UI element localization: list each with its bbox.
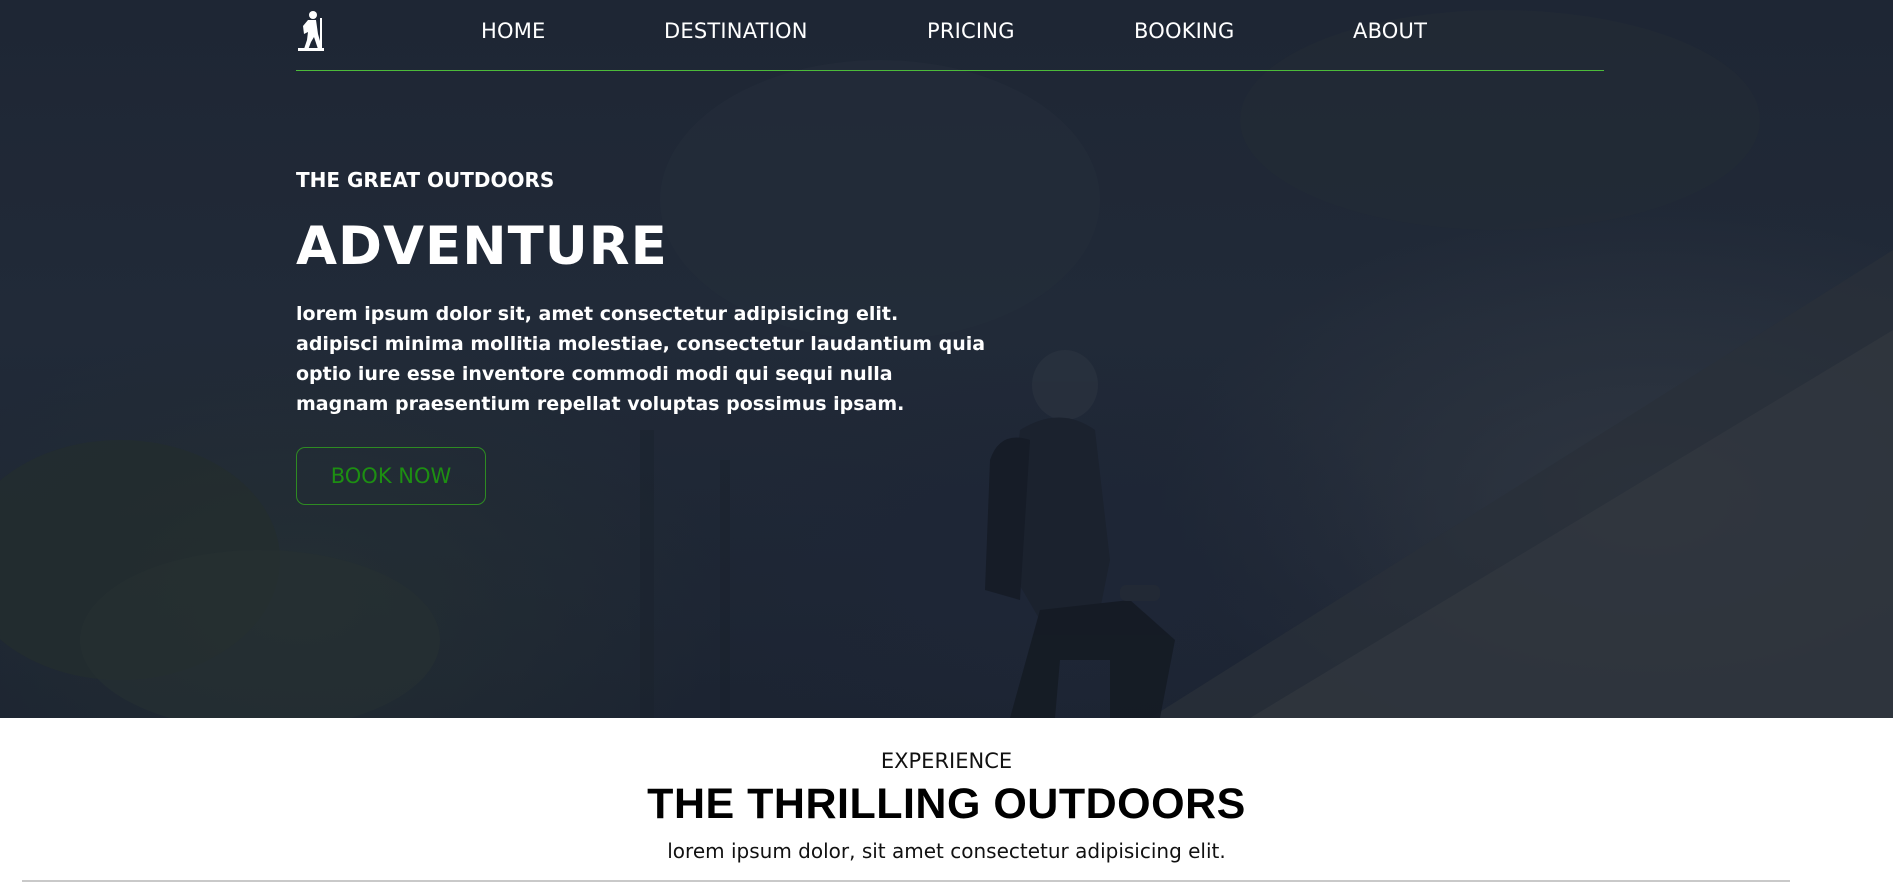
hero-eyebrow: THE GREAT OUTDOORS xyxy=(296,168,555,192)
nav-link-home[interactable]: HOME xyxy=(481,19,546,43)
section-description: lorem ipsum dolor, sit amet consectetur … xyxy=(667,839,1226,863)
hero-title: ADVENTURE xyxy=(296,216,668,277)
experience-section: EXPERIENCE THE THRILLING OUTDOORS lorem … xyxy=(0,718,1893,883)
divider xyxy=(22,880,1790,882)
nav-link-pricing[interactable]: PRICING xyxy=(927,19,1015,43)
nav-link-about[interactable]: ABOUT xyxy=(1353,19,1427,43)
nav-link-destination[interactable]: DESTINATION xyxy=(664,19,808,43)
book-now-button[interactable]: BOOK NOW xyxy=(296,447,486,505)
hero-section: HOME DESTINATION PRICING BOOKING ABOUT T… xyxy=(0,0,1893,718)
hero-description: lorem ipsum dolor sit, amet consectetur … xyxy=(296,303,986,415)
section-eyebrow: EXPERIENCE xyxy=(880,749,1013,773)
nav-link-booking[interactable]: BOOKING xyxy=(1134,19,1234,43)
hiker-figure xyxy=(985,350,1175,718)
section-title: THE THRILLING OUTDOORS xyxy=(647,780,1246,828)
top-navigation: HOME DESTINATION PRICING BOOKING ABOUT xyxy=(296,0,1604,71)
hiker-logo-icon[interactable] xyxy=(296,10,326,52)
